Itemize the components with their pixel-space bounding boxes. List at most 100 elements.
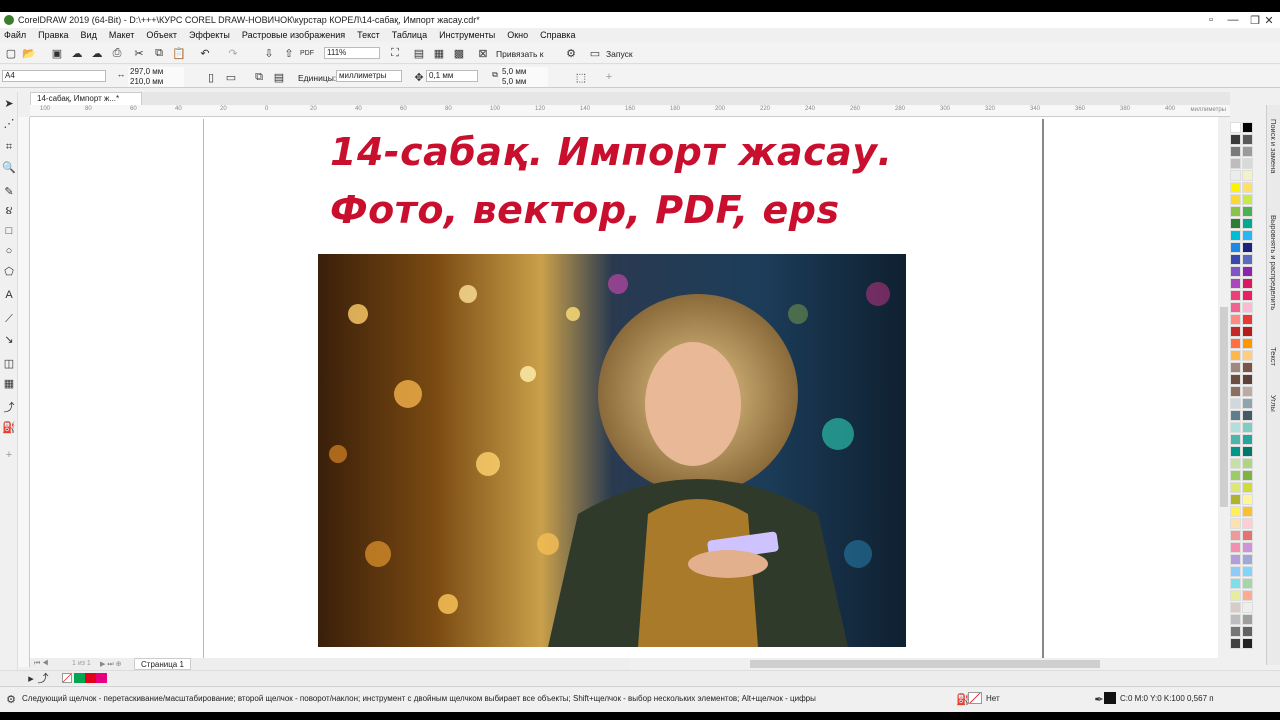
- rectangle-tool-icon[interactable]: □: [2, 224, 16, 238]
- palette-swatch[interactable]: [1230, 554, 1241, 565]
- palette-swatch[interactable]: [1230, 518, 1241, 529]
- palette-swatch[interactable]: [1230, 170, 1241, 181]
- palette-swatch[interactable]: [1242, 626, 1253, 637]
- palette-swatch[interactable]: [1242, 422, 1253, 433]
- copy-icon[interactable]: ⧉: [152, 46, 166, 60]
- current-page-icon[interactable]: ▤: [272, 70, 286, 84]
- page-height-field[interactable]: 210,0 мм: [128, 77, 184, 87]
- eyedropper-small-icon[interactable]: ⤴: [36, 671, 50, 685]
- new-document-icon[interactable]: ▢: [4, 46, 18, 60]
- cut-icon[interactable]: ✂: [132, 46, 146, 60]
- all-pages-icon[interactable]: ⧉: [252, 70, 266, 84]
- palette-swatch[interactable]: [1230, 146, 1241, 157]
- palette-swatch[interactable]: [1230, 386, 1241, 397]
- palette-swatch[interactable]: [1242, 614, 1253, 625]
- units-select[interactable]: миллиметры: [336, 70, 402, 82]
- palette-swatch[interactable]: [1230, 542, 1241, 553]
- palette-swatch[interactable]: [1242, 494, 1253, 505]
- pick-tool-icon[interactable]: ➤: [2, 96, 16, 110]
- palette-swatch[interactable]: [1242, 542, 1253, 553]
- palette-swatch[interactable]: [1230, 266, 1241, 277]
- palette-swatch[interactable]: [1230, 482, 1241, 493]
- menu-item[interactable]: Окно: [507, 30, 528, 40]
- palette-swatch[interactable]: [1242, 554, 1253, 565]
- fill-swatch[interactable]: [968, 692, 982, 704]
- restore-layout-icon[interactable]: ▫: [1200, 12, 1222, 28]
- palette-swatch[interactable]: [1230, 626, 1241, 637]
- palette-swatch[interactable]: [1242, 446, 1253, 457]
- zoom-level-field[interactable]: 111%: [324, 47, 380, 59]
- close-button[interactable]: ✕: [1258, 12, 1280, 28]
- palette-swatch[interactable]: [1230, 314, 1241, 325]
- import-icon[interactable]: ⇩: [262, 46, 276, 60]
- pdf-export-icon[interactable]: PDF: [300, 46, 314, 60]
- palette-swatch[interactable]: [1230, 578, 1241, 589]
- freehand-tool-icon[interactable]: ✎: [2, 184, 16, 198]
- palette-swatch[interactable]: [1230, 494, 1241, 505]
- vertical-scrollbar[interactable]: [1218, 117, 1230, 667]
- palette-swatch[interactable]: [1242, 302, 1253, 313]
- palette-swatch[interactable]: [1230, 194, 1241, 205]
- portrait-icon[interactable]: ▯: [204, 70, 218, 84]
- palette-swatch[interactable]: [1242, 278, 1253, 289]
- palette-swatch[interactable]: [1230, 134, 1241, 145]
- ellipse-tool-icon[interactable]: ○: [2, 244, 16, 258]
- palette-swatch[interactable]: [1242, 374, 1253, 385]
- menu-item[interactable]: Таблица: [392, 30, 427, 40]
- palette-swatch[interactable]: [1242, 530, 1253, 541]
- eyedropper-icon[interactable]: ⤴: [2, 400, 16, 414]
- palette-swatch[interactable]: [1242, 566, 1253, 577]
- palette-swatch[interactable]: [1230, 590, 1241, 601]
- open-icon[interactable]: 📂: [22, 46, 36, 60]
- imported-photo[interactable]: [318, 254, 906, 647]
- palette-swatch[interactable]: [1230, 398, 1241, 409]
- menu-item[interactable]: Справка: [540, 30, 575, 40]
- page-next-icons[interactable]: ▶ ⏭ ⊕: [100, 660, 121, 669]
- menu-item[interactable]: Макет: [109, 30, 134, 40]
- palette-swatch[interactable]: [1242, 458, 1253, 469]
- palette-swatch[interactable]: [1242, 386, 1253, 397]
- heading-line-1[interactable]: 14-сабақ. Импорт жасау.: [330, 130, 892, 174]
- palette-swatch[interactable]: [1230, 446, 1241, 457]
- menu-item[interactable]: Эффекты: [189, 30, 230, 40]
- palette-swatch[interactable]: [1242, 206, 1253, 217]
- docker-tab-text[interactable]: Текст: [1269, 347, 1278, 366]
- menu-item[interactable]: Текст: [357, 30, 380, 40]
- no-color-swatch[interactable]: [62, 673, 72, 683]
- recent-color-swatch[interactable]: [96, 673, 107, 683]
- status-gear-icon[interactable]: ⚙: [4, 692, 18, 706]
- artistic-media-icon[interactable]: ૪: [2, 204, 16, 218]
- cloud-download-icon[interactable]: ☁: [90, 46, 104, 60]
- docker-tab-align-distribute[interactable]: Выровнять и распределить: [1269, 215, 1278, 310]
- shape-tool-icon[interactable]: ⋰: [2, 116, 16, 130]
- palette-swatch[interactable]: [1242, 506, 1253, 517]
- palette-swatch[interactable]: [1230, 218, 1241, 229]
- palette-swatch[interactable]: [1242, 146, 1253, 157]
- polygon-tool-icon[interactable]: ⬠: [2, 264, 16, 278]
- menu-item[interactable]: Вид: [81, 30, 97, 40]
- palette-swatch[interactable]: [1230, 434, 1241, 445]
- heading-line-2[interactable]: Фото, вектор, PDF, eps: [330, 188, 840, 232]
- options-gear-icon[interactable]: ⚙: [564, 46, 578, 60]
- palette-swatch[interactable]: [1242, 134, 1253, 145]
- transparency-icon[interactable]: ▦: [2, 376, 16, 390]
- recent-color-swatch[interactable]: [85, 673, 96, 683]
- docker-tab-corners[interactable]: Углы: [1269, 395, 1278, 412]
- palette-swatch[interactable]: [1230, 278, 1241, 289]
- palette-swatch[interactable]: [1242, 290, 1253, 301]
- duplicate-x-field[interactable]: 5,0 мм: [500, 67, 548, 77]
- text-tool-icon[interactable]: A: [2, 288, 16, 302]
- add-tool-icon[interactable]: +: [2, 448, 16, 462]
- palette-swatch[interactable]: [1242, 362, 1253, 373]
- palette-swatch[interactable]: [1242, 314, 1253, 325]
- page-tab[interactable]: Страница 1: [134, 658, 191, 670]
- recent-color-swatch[interactable]: [74, 673, 85, 683]
- palette-swatch[interactable]: [1242, 470, 1253, 481]
- fill-tool-icon[interactable]: ⛽: [2, 420, 16, 434]
- palette-swatch[interactable]: [1242, 434, 1253, 445]
- snap-to-dropdown[interactable]: Привязать к: [496, 49, 543, 59]
- dimension-tool-icon[interactable]: ⟋: [2, 312, 16, 326]
- menu-item[interactable]: Инструменты: [439, 30, 495, 40]
- docker-tab-find-replace[interactable]: Поиск и замена: [1269, 119, 1278, 173]
- undo-icon[interactable]: ↶: [198, 46, 212, 60]
